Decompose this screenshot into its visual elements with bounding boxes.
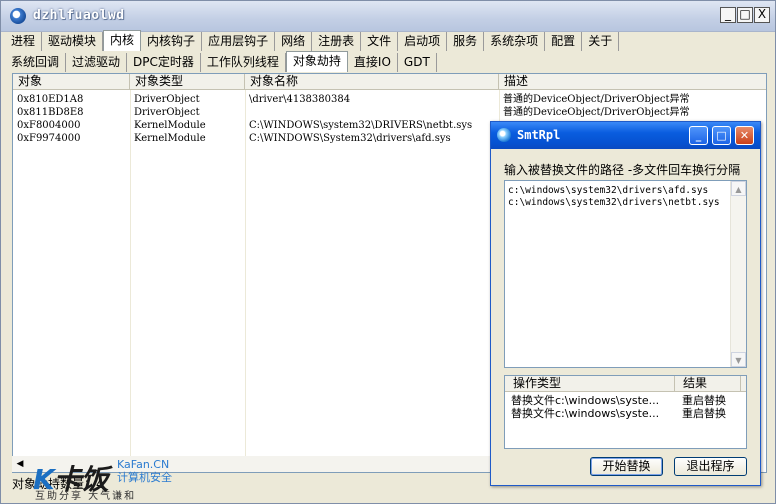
tab-5[interactable]: 网络 — [275, 32, 313, 51]
smtrpl-dialog: SmtRpl _ □ ✕ 输入被替换文件的路径 -多文件回车换行分隔 c:\wi… — [490, 121, 761, 486]
minimize-button[interactable]: _ — [720, 7, 736, 23]
tab-2[interactable]: 内核 — [103, 30, 142, 51]
column-header-result[interactable]: 结果 — [675, 376, 741, 392]
table-cell: \driver\4138380384 — [249, 94, 351, 105]
start-replace-button[interactable]: 开始替换 — [590, 457, 663, 476]
column-header-object[interactable]: 对象 — [13, 74, 130, 90]
maximize-button[interactable]: □ — [737, 7, 753, 23]
column-header-desc[interactable]: 描述 — [499, 74, 766, 90]
subtab-6[interactable]: GDT — [398, 53, 437, 72]
table-row[interactable]: 0x810ED1A8 DriverObject \driver\4138380384… — [13, 93, 766, 106]
subtab-3[interactable]: 工作队列线程 — [201, 53, 286, 72]
table-cell: 0xF9974000 — [17, 133, 81, 144]
watermark-slogan: 互助分享 大气谦和 — [35, 491, 137, 502]
dialog-maximize-button[interactable]: □ — [712, 126, 731, 145]
tab-4[interactable]: 应用层钩子 — [202, 32, 276, 51]
table-cell: C:\WINDOWS\system32\DRIVERS\netbt.sys — [249, 120, 473, 131]
path-line: c:\windows\system32\drivers\netbt.sys — [508, 197, 720, 208]
window-title: dzhlfuaolwd — [33, 8, 125, 23]
tab-12[interactable]: 关于 — [582, 32, 620, 51]
subtab-1[interactable]: 过滤驱动 — [66, 53, 128, 72]
table-cell: DriverObject — [134, 94, 200, 105]
main-tabs: 进程 驱动模块 内核 内核钩子 应用层钩子 网络 注册表 文件 启动项 服务 系统杂项 配置 关于 — [5, 30, 620, 51]
list-item[interactable]: 替换文件c:\windows\syste... 重启替换 — [505, 407, 746, 420]
table-cell: C:\WINDOWS\System32\drivers\afd.sys — [249, 133, 451, 144]
list-item[interactable]: 替换文件c:\windows\syste... 重启替换 — [505, 394, 746, 407]
dialog-close-button[interactable]: ✕ — [735, 126, 754, 145]
table-row[interactable]: 0x811BD8E8 DriverObject 普通的DeviceObject/Dr… — [13, 106, 766, 119]
table-cell: 0x811BD8E8 — [17, 107, 84, 118]
close-button[interactable]: X — [754, 7, 770, 23]
subtab-2[interactable]: DPC定时器 — [127, 53, 201, 72]
tab-7[interactable]: 文件 — [361, 32, 399, 51]
tab-0[interactable]: 进程 — [5, 32, 43, 51]
kernel-subtabs: 系统回调 过滤驱动 DPC定时器 工作队列线程 对象劫持 直接IO GDT — [5, 51, 437, 72]
scroll-down-icon[interactable]: ▼ — [731, 352, 746, 367]
scroll-up-icon[interactable]: ▲ — [731, 181, 746, 196]
textarea-scrollbar[interactable]: ▲ ▼ — [730, 181, 746, 367]
operation-list[interactable]: 操作类型 结果 替换文件c:\windows\syste... 重启替换 替换文… — [504, 375, 747, 449]
subtab-4[interactable]: 对象劫持 — [285, 51, 348, 72]
app-icon — [10, 8, 26, 24]
dialog-title-bar[interactable]: SmtRpl _ □ ✕ — [491, 122, 760, 149]
dialog-app-icon — [497, 128, 511, 142]
list-header: 对象 对象类型 对象名称 描述 — [13, 74, 766, 90]
column-header-operation[interactable]: 操作类型 — [505, 376, 675, 392]
dialog-title: SmtRpl — [517, 128, 561, 142]
table-cell: 普通的DeviceObject/DriverObject异常 — [503, 94, 690, 105]
dialog-prompt: 输入被替换文件的路径 -多文件回车换行分隔 — [504, 163, 741, 177]
dialog-minimize-button[interactable]: _ — [689, 126, 708, 145]
table-cell: DriverObject — [134, 107, 200, 118]
tab-8[interactable]: 启动项 — [398, 32, 448, 51]
exit-program-button[interactable]: 退出程序 — [674, 457, 747, 476]
file-path-textarea[interactable]: c:\windows\system32\drivers\afd.sys c:\w… — [504, 180, 747, 368]
tab-3[interactable]: 内核钩子 — [141, 32, 203, 51]
tab-1[interactable]: 驱动模块 — [42, 32, 104, 51]
table-cell: KernelModule — [134, 133, 206, 144]
table-cell: KernelModule — [134, 120, 206, 131]
operation-list-header: 操作类型 结果 — [505, 376, 746, 392]
subtab-5[interactable]: 直接IO — [348, 53, 398, 72]
subtab-0[interactable]: 系统回调 — [5, 53, 67, 72]
column-header-name[interactable]: 对象名称 — [245, 74, 499, 90]
tab-10[interactable]: 系统杂项 — [484, 32, 546, 51]
scroll-left-icon[interactable]: ◀ — [12, 456, 28, 472]
watermark-site: KaFan.CN 计算机安全 — [117, 458, 172, 484]
kafan-watermark: K卡饭 KaFan.CN 计算机安全 互助分享 大气谦和 — [31, 458, 191, 502]
tab-9[interactable]: 服务 — [447, 32, 485, 51]
tab-6[interactable]: 注册表 — [312, 32, 362, 51]
column-header-type[interactable]: 对象类型 — [130, 74, 245, 90]
title-bar[interactable]: dzhlfuaolwd _ □ X — [1, 1, 775, 32]
table-cell: 普通的DeviceObject/DriverObject异常 — [503, 107, 690, 118]
tab-11[interactable]: 配置 — [545, 32, 583, 51]
table-cell: 0x810ED1A8 — [17, 94, 84, 105]
path-line: c:\windows\system32\drivers\afd.sys — [508, 185, 709, 196]
table-cell: 0xF8004000 — [17, 120, 81, 131]
